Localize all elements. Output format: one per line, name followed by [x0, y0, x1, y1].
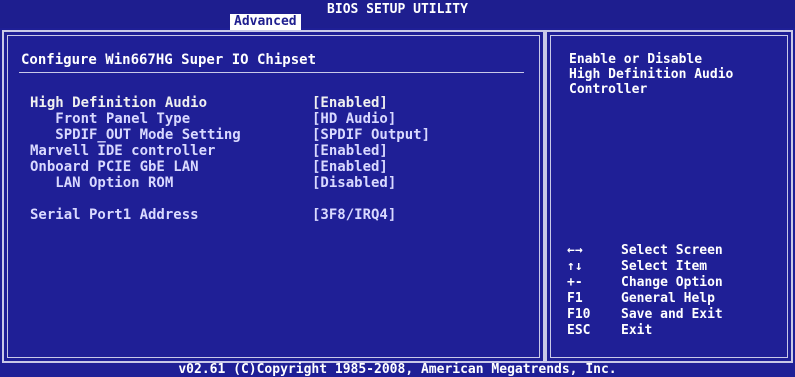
key-desc: Select Screen [621, 243, 723, 258]
key-label: F1 [567, 291, 583, 306]
setting-value[interactable]: [Disabled] [312, 175, 396, 191]
setting-value[interactable]: [SPDIF Output] [312, 127, 430, 143]
setting-label: LAN Option ROM [30, 175, 174, 191]
section-divider [19, 72, 524, 73]
help-line: Enable or Disable [569, 52, 703, 67]
setting-label: Serial Port1 Address [30, 207, 199, 223]
key-desc: General Help [621, 291, 715, 306]
help-text: Enable or Disable High Definition Audio … [569, 52, 789, 97]
section-title: Configure Win667HG Super IO Chipset [21, 52, 317, 68]
setting-value[interactable]: [Enabled] [312, 95, 388, 111]
help-line: High Definition Audio [569, 67, 734, 82]
key-desc: Select Item [621, 259, 708, 274]
setting-label: Front Panel Type [30, 111, 191, 127]
setting-value[interactable]: [3F8/IRQ4] [312, 207, 396, 223]
copyright-footer: v02.61 (C)Copyright 1985-2008, American … [178, 362, 617, 377]
left-right-arrows-icon: ←→ [567, 243, 583, 258]
setting-label: High Definition Audio [30, 95, 208, 111]
setting-serial-port1-address[interactable]: Serial Port1 Address [3F8/IRQ4] [30, 207, 530, 271]
setting-value[interactable]: [Enabled] [312, 143, 388, 159]
key-desc: Change Option [621, 275, 723, 290]
tab-advanced[interactable]: Advanced [230, 14, 301, 30]
setting-value[interactable]: [Enabled] [312, 159, 388, 175]
key-label: F10 [567, 307, 591, 322]
app-title: BIOS SETUP UTILITY [327, 2, 468, 17]
setting-value[interactable]: [HD Audio] [312, 111, 396, 127]
key-desc: Exit [621, 323, 653, 338]
key-label: ESC [567, 323, 591, 338]
up-down-arrows-icon: ↑↓ [567, 259, 583, 274]
key-desc: Save and Exit [621, 307, 723, 322]
setting-label: Onboard PCIE GbE LAN [30, 159, 199, 175]
help-line: Controller [569, 82, 648, 97]
key-label: +- [567, 275, 583, 290]
setting-label: SPDIF_OUT Mode Setting [30, 127, 241, 143]
title-bar: BIOS SETUP UTILITY Advanced [0, 0, 795, 30]
setting-label: Marvell IDE controller [30, 143, 216, 159]
settings-panel: Configure Win667HG Super IO Chipset High… [2, 30, 545, 363]
help-panel: Enable or Disable High Definition Audio … [545, 30, 793, 363]
